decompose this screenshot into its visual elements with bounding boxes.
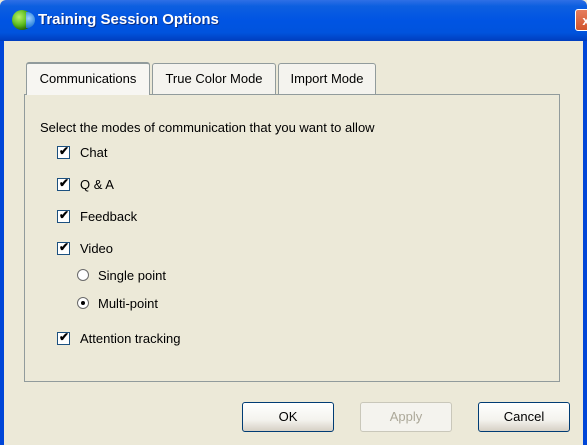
check-mark-icon: ✔ bbox=[59, 175, 70, 190]
check-mark-icon: ✔ bbox=[59, 329, 70, 344]
option-q-and-a[interactable]: ✔ Q & A bbox=[57, 175, 114, 193]
attention-tracking-checkbox[interactable]: ✔ bbox=[57, 329, 70, 345]
multi-point-radio[interactable] bbox=[77, 297, 89, 309]
check-mark-icon: ✔ bbox=[59, 207, 70, 222]
tab-true-color-mode[interactable]: True Color Mode bbox=[152, 63, 276, 94]
cancel-button[interactable]: Cancel bbox=[478, 402, 570, 432]
option-chat[interactable]: ✔ Chat bbox=[57, 143, 107, 161]
q-and-a-label: Q & A bbox=[80, 176, 114, 192]
ok-button[interactable]: OK bbox=[242, 402, 334, 432]
chat-label: Chat bbox=[80, 144, 108, 160]
close-button[interactable]: x bbox=[575, 9, 587, 31]
dialog-window: Training Session Options x Communication… bbox=[0, 0, 587, 445]
video-label: Video bbox=[80, 240, 114, 256]
single-point-label: Single point bbox=[98, 267, 166, 283]
title-bar[interactable]: Training Session Options x bbox=[0, 0, 587, 41]
feedback-label: Feedback bbox=[80, 208, 138, 224]
single-point-radio[interactable] bbox=[77, 269, 89, 281]
radio-single-point[interactable]: Single point bbox=[77, 266, 166, 284]
option-feedback[interactable]: ✔ Feedback bbox=[57, 207, 137, 225]
communications-panel: Select the modes of communication that y… bbox=[24, 94, 560, 382]
window-frame-left bbox=[0, 41, 4, 445]
window-frame-right bbox=[583, 41, 587, 445]
option-video[interactable]: ✔ Video bbox=[57, 239, 113, 257]
app-icon bbox=[12, 10, 35, 30]
check-mark-icon: ✔ bbox=[59, 143, 70, 158]
feedback-checkbox[interactable]: ✔ bbox=[57, 207, 70, 223]
option-attention-tracking[interactable]: ✔ Attention tracking bbox=[57, 329, 180, 347]
tab-communications[interactable]: Communications bbox=[26, 62, 150, 95]
tab-import-mode[interactable]: Import Mode bbox=[278, 63, 376, 94]
radio-multi-point[interactable]: Multi-point bbox=[77, 294, 158, 312]
apply-button[interactable]: Apply bbox=[360, 402, 452, 432]
video-checkbox[interactable]: ✔ bbox=[57, 239, 70, 255]
window-title: Training Session Options bbox=[38, 11, 219, 28]
attention-tracking-label: Attention tracking bbox=[80, 330, 181, 346]
q-and-a-checkbox[interactable]: ✔ bbox=[57, 175, 70, 191]
chat-checkbox[interactable]: ✔ bbox=[57, 143, 70, 159]
panel-instructions: Select the modes of communication that y… bbox=[40, 120, 375, 135]
radio-selected-dot bbox=[81, 301, 85, 305]
multi-point-label: Multi-point bbox=[98, 295, 158, 311]
check-mark-icon: ✔ bbox=[59, 239, 70, 254]
